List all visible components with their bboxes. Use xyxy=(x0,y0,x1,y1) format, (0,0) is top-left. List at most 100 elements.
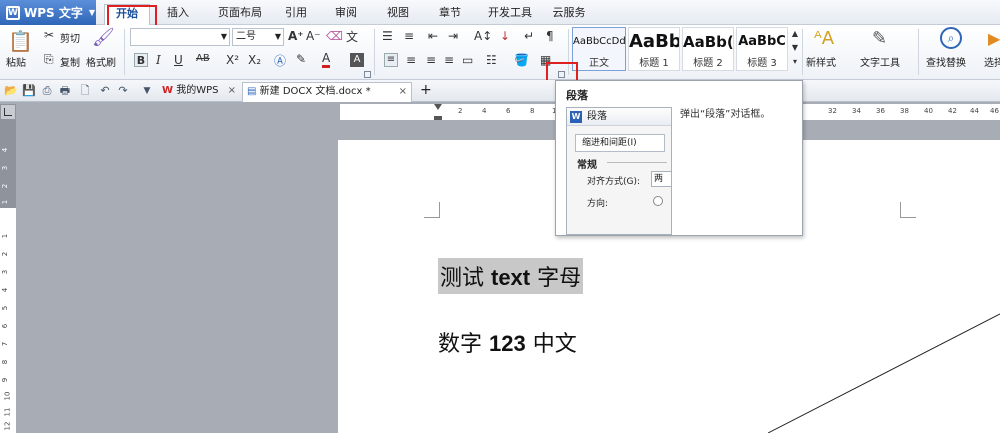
bold-icon[interactable]: B xyxy=(134,53,148,67)
ruler-tick: 9 xyxy=(1,377,10,383)
justify-icon[interactable]: ≡ xyxy=(444,53,454,67)
bullets-icon[interactable]: ☰ xyxy=(382,29,393,43)
decrease-indent-icon[interactable]: ⇤ xyxy=(428,29,438,43)
tab-page-layout[interactable]: 页面布局 xyxy=(210,4,270,25)
print-preview-icon[interactable]: 🗋 xyxy=(78,84,92,98)
undo-icon[interactable]: ↶ xyxy=(98,84,112,98)
highlight-pen-icon[interactable]: ✎ xyxy=(296,52,306,66)
redo-icon[interactable]: ↷ xyxy=(116,84,130,98)
find-replace-icon[interactable]: ⌕ xyxy=(940,27,962,49)
paste-button[interactable]: 粘贴 xyxy=(6,54,26,69)
doc-icon: ▤ xyxy=(247,86,257,97)
font-color-icon[interactable]: A xyxy=(322,51,331,68)
app-name: WPS 文字 xyxy=(24,6,83,20)
paragraph-spacing-icon[interactable]: ☷ xyxy=(486,53,497,67)
copy-button[interactable]: 复制 xyxy=(60,54,80,69)
wps-logo-icon: W xyxy=(6,5,20,20)
close-icon[interactable]: × xyxy=(228,82,236,100)
tab-document[interactable]: ▤ 新建 DOCX 文档.docx * × xyxy=(242,82,412,102)
clear-format-icon[interactable]: ⌫ xyxy=(326,29,343,43)
tab-review[interactable]: 审阅 xyxy=(328,4,364,25)
customize-dropdown-icon[interactable]: ▼ xyxy=(140,84,154,98)
indent-marker[interactable] xyxy=(434,104,442,120)
subscript-icon[interactable]: X₂ xyxy=(248,53,261,67)
new-style-icon[interactable]: ᴬA xyxy=(814,28,834,49)
tab-my-wps[interactable]: W 我的WPS × xyxy=(158,82,240,102)
format-painter-button[interactable]: 格式刷 xyxy=(86,54,116,69)
grow-font-icon[interactable]: A⁺ xyxy=(288,29,304,43)
shrink-font-icon[interactable]: A⁻ xyxy=(306,29,321,43)
text-tools-icon[interactable]: ✎ xyxy=(872,28,887,49)
text-effect-icon[interactable]: Ⓐ xyxy=(274,52,286,69)
app-menu-button[interactable]: W WPS 文字 ▼ xyxy=(0,0,96,25)
char-shading-icon[interactable]: A xyxy=(350,53,364,67)
new-style-button[interactable]: 新样式 xyxy=(806,54,836,69)
font-name-combo[interactable]: ▼ xyxy=(130,28,230,46)
preview-align-label: 对齐方式(G): xyxy=(587,177,641,187)
cut-button[interactable]: 剪切 xyxy=(60,30,80,45)
styles-scroll-icon[interactable]: ▲ ▼ ▾ xyxy=(790,27,800,69)
strikethrough-icon[interactable]: AB xyxy=(196,53,210,64)
superscript-icon[interactable]: X² xyxy=(226,53,239,67)
italic-icon[interactable]: I xyxy=(156,53,161,67)
tab-insert[interactable]: 插入 xyxy=(160,4,196,25)
style-sample: AaBb xyxy=(629,31,679,52)
text-line-2[interactable]: 数字 123 中文 xyxy=(438,326,577,358)
borders-icon[interactable]: ▦ xyxy=(540,53,551,67)
font-size-combo[interactable]: 二号 ▼ xyxy=(232,28,284,46)
tab-references[interactable]: 引用 xyxy=(278,4,314,25)
select-button[interactable]: 选择 xyxy=(984,54,1000,69)
vertical-ruler[interactable]: 4 3 2 1 1 2 3 4 5 6 7 8 9 10 11 12 xyxy=(0,120,16,433)
drawn-line-shape[interactable] xyxy=(768,310,1000,433)
increase-indent-icon[interactable]: ⇥ xyxy=(448,29,458,43)
preview-radio xyxy=(653,196,663,206)
text-run: 字母 xyxy=(530,266,582,291)
distribute-icon[interactable]: ▭ xyxy=(462,53,473,67)
style-sample: AaBbCcDd xyxy=(573,36,625,47)
scissors-icon[interactable]: ✂ xyxy=(44,28,54,42)
tab-view[interactable]: 视图 xyxy=(380,4,416,25)
style-normal[interactable]: AaBbCcDd 正文 xyxy=(572,27,626,71)
align-left-icon[interactable]: ≡ xyxy=(384,53,398,67)
margin-corner xyxy=(424,202,440,218)
new-tab-button[interactable]: + xyxy=(416,82,434,102)
export-pdf-icon[interactable]: ⎙ xyxy=(40,84,54,98)
text-line-1[interactable]: 测试 text 字母 xyxy=(438,258,584,294)
preview-section-label: 常规 xyxy=(577,160,597,171)
text-tools-button[interactable]: 文字工具 xyxy=(860,54,900,69)
line-shape[interactable] xyxy=(768,313,1000,433)
divider xyxy=(374,29,375,75)
phonetic-icon[interactable]: 文 xyxy=(346,28,358,45)
paragraph-dialog-launcher-icon[interactable] xyxy=(558,71,565,78)
sort-icon[interactable]: ↓ xyxy=(500,29,510,43)
align-center-icon[interactable]: ≡ xyxy=(406,53,416,67)
underline-icon[interactable]: U xyxy=(174,53,183,67)
open-folder-icon[interactable]: 📂 xyxy=(4,84,18,98)
chinese-layout-icon[interactable]: A↕ xyxy=(474,29,492,43)
style-heading-3[interactable]: AaBbC 标题 3 xyxy=(736,27,788,71)
ruler-tick: 2 xyxy=(1,183,10,189)
shading-bucket-icon[interactable]: 🪣 xyxy=(514,53,529,67)
style-heading-2[interactable]: AaBb( 标题 2 xyxy=(682,27,734,71)
ruler-toggle[interactable] xyxy=(0,104,16,120)
show-marks-icon[interactable]: ↵ xyxy=(524,29,534,43)
style-heading-1[interactable]: AaBb 标题 1 xyxy=(628,27,680,71)
tab-section[interactable]: 章节 xyxy=(432,4,468,25)
preview-align-combo: 两 xyxy=(651,171,671,187)
copy-icon[interactable]: ⎘ xyxy=(44,52,54,67)
tab-home[interactable]: 开始 xyxy=(104,4,150,25)
line-spacing-icon[interactable]: ¶ xyxy=(546,29,554,43)
close-icon[interactable]: × xyxy=(399,83,407,101)
paste-icon[interactable]: 📋 xyxy=(8,29,33,53)
print-icon[interactable]: 🖶 xyxy=(58,84,72,98)
font-dialog-launcher-icon[interactable] xyxy=(364,71,371,78)
save-icon[interactable]: 💾 xyxy=(22,84,36,98)
tab-cloud[interactable]: 云服务 xyxy=(546,4,592,25)
find-replace-button[interactable]: 查找替换 xyxy=(926,54,966,69)
numbering-icon[interactable]: ≡ xyxy=(404,29,414,43)
align-right-icon[interactable]: ≡ xyxy=(426,53,436,67)
select-icon[interactable]: ▶ xyxy=(988,29,1000,48)
format-painter-icon[interactable]: 🖌 xyxy=(92,27,115,48)
document-tab-bar: 📂 💾 ⎙ 🖶 🗋 ↶ ↷ ▼ W 我的WPS × ▤ 新建 DOCX 文档.d… xyxy=(0,80,1000,102)
tab-developer[interactable]: 开发工具 xyxy=(482,4,538,25)
